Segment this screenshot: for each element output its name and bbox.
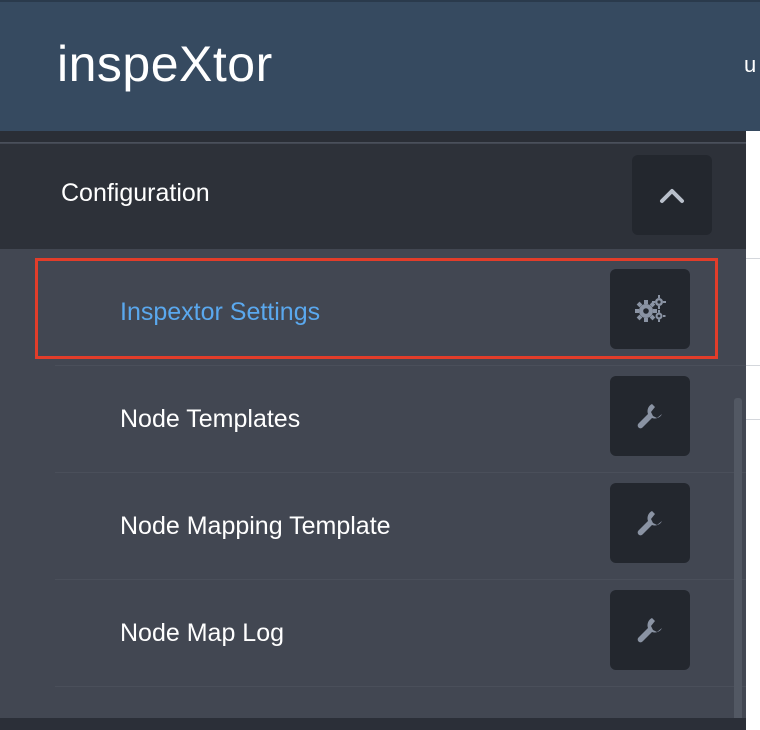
- collapse-section-button[interactable]: [632, 155, 712, 235]
- menu-divider: [55, 686, 746, 687]
- sidebar-scrollbar[interactable]: [734, 398, 742, 730]
- settings-button[interactable]: [610, 269, 690, 349]
- sidebar-item-node-templates[interactable]: Node Templates: [0, 366, 746, 473]
- top-header: inspeXtor u: [0, 0, 760, 131]
- main-content-panel: [746, 131, 760, 730]
- section-configuration[interactable]: Configuration: [0, 144, 746, 249]
- app-screen: inspeXtor u Configuration Inspextor Sett…: [0, 0, 760, 730]
- sidebar-item-label[interactable]: Node Templates: [120, 404, 300, 434]
- sidebar: Configuration Inspextor Settings Node Te…: [0, 131, 746, 730]
- sidebar-item-node-map-log[interactable]: Node Map Log: [0, 580, 746, 687]
- chevron-up-icon: [660, 189, 684, 203]
- section-title: Configuration: [61, 179, 210, 207]
- sidebar-item-label[interactable]: Inspextor Settings: [120, 297, 320, 327]
- wrench-icon: [637, 404, 662, 429]
- configure-button[interactable]: [610, 483, 690, 563]
- wrench-icon: [637, 511, 662, 536]
- sidebar-item-label[interactable]: Node Map Log: [120, 618, 284, 648]
- header-clipped-text: u: [744, 52, 757, 77]
- wrench-icon: [637, 618, 662, 643]
- sidebar-bottom-strip: [0, 718, 746, 730]
- sidebar-top-strip: [0, 131, 746, 143]
- panel-divider: [746, 258, 760, 259]
- gears-icon: [635, 295, 666, 322]
- sidebar-item-label[interactable]: Node Mapping Template: [120, 511, 391, 541]
- configure-button[interactable]: [610, 376, 690, 456]
- sidebar-item-node-mapping-template[interactable]: Node Mapping Template: [0, 473, 746, 580]
- panel-divider: [746, 419, 760, 420]
- panel-divider: [746, 365, 760, 366]
- configure-button[interactable]: [610, 590, 690, 670]
- sidebar-item-inspextor-settings[interactable]: Inspextor Settings: [0, 259, 746, 366]
- brand-logo[interactable]: inspeXtor: [57, 34, 273, 94]
